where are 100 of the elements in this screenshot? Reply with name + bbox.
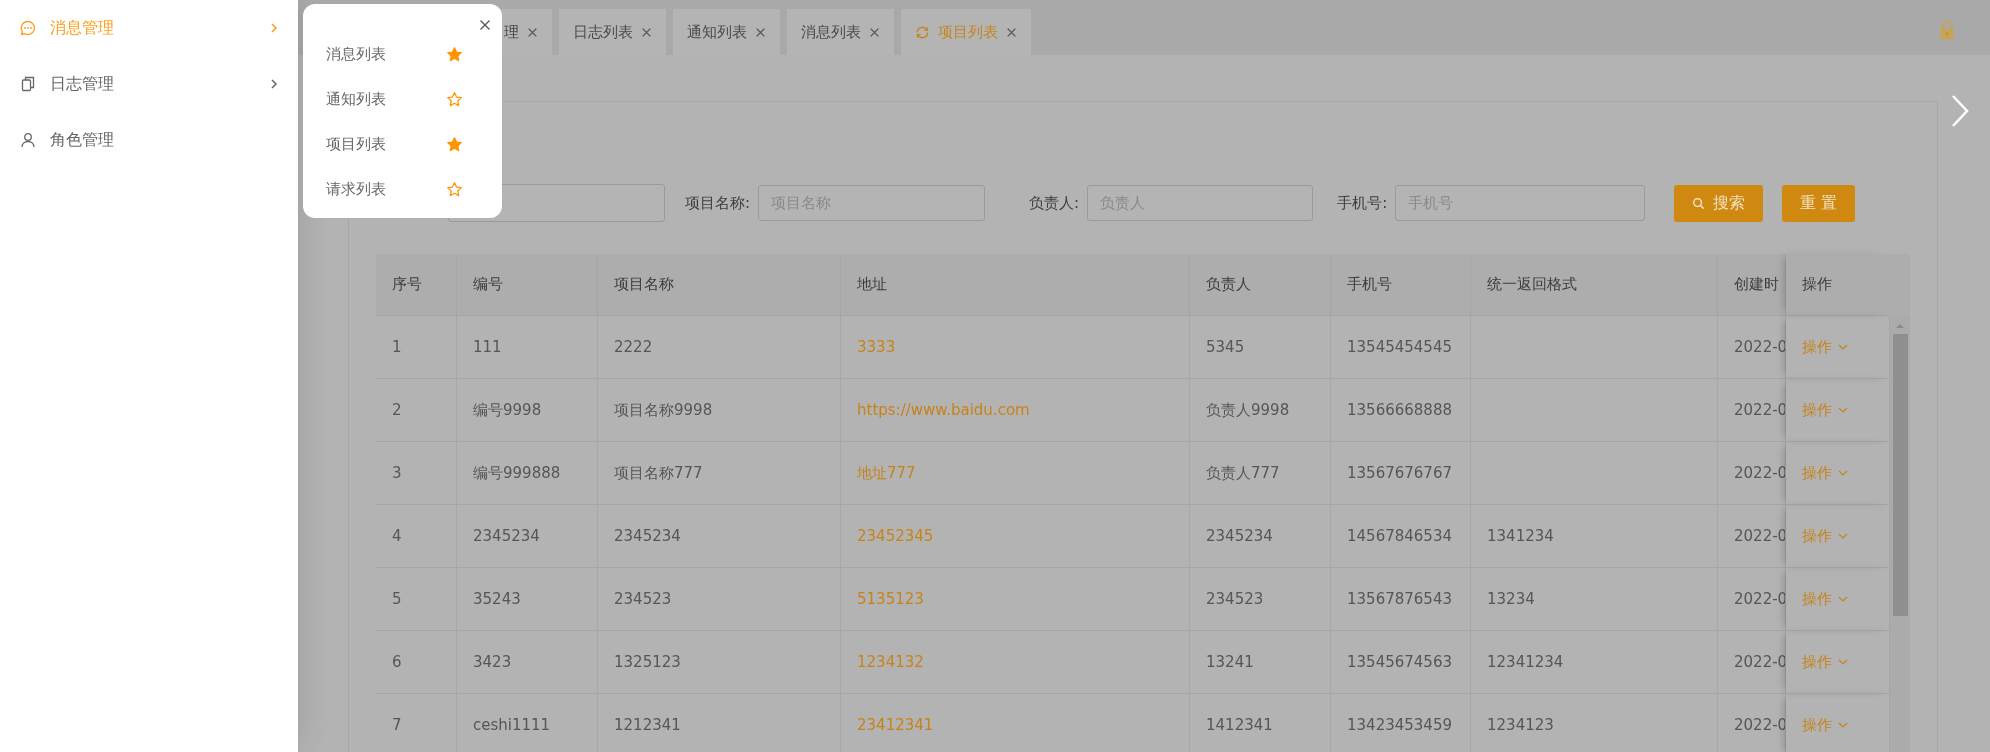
star-outline-icon[interactable] [446,181,463,198]
table-cell: 1212341 [614,716,681,734]
table-cell: 7 [392,716,402,734]
close-icon[interactable] [641,26,652,38]
action-dropdown[interactable]: 操作 [1802,715,1848,735]
caret-icon [1838,533,1848,539]
table-cell: 项目名称777 [614,463,703,483]
table-cell: ceshi1111 [473,716,551,734]
table-cell: 13234 [1487,590,1535,608]
column-header: 负责人 [1190,254,1331,316]
address-link[interactable]: 地址777 [857,463,916,483]
scrollbar-thumb[interactable] [1893,334,1908,616]
table-cell: 2345234 [473,527,540,545]
table-cell: 13423453459 [1347,716,1452,734]
tab[interactable]: 消息列表 [787,9,894,55]
caret-icon [1838,407,1848,413]
table-cell: 13545674563 [1347,653,1452,671]
action-dropdown[interactable]: 操作 [1802,589,1848,609]
star-icon[interactable] [446,46,463,63]
field-label: 手机号: [1337,193,1388,213]
search-icon [1692,196,1706,210]
table-cell: 项目名称9998 [614,400,713,420]
table-cell: 13566668888 [1347,401,1452,419]
table-cell: 1 [392,338,402,356]
address-link[interactable]: 3333 [857,338,896,356]
table-cell: 编号9998 [473,400,542,420]
star-outline-icon[interactable] [446,91,463,108]
table-cell: 111 [473,338,502,356]
scroll-up-icon[interactable] [1895,323,1905,329]
table-cell: 13241 [1206,653,1254,671]
caret-icon [1838,659,1848,665]
table-cell: 4 [392,527,402,545]
table-cell: 5 [392,590,402,608]
table-cell: 13567676767 [1347,464,1452,482]
refresh-icon [915,24,930,40]
table-cell: 负责人777 [1206,463,1280,483]
table-cell: 2 [392,401,402,419]
table-cell: 3423 [473,653,512,671]
table-cell: 3 [392,464,402,482]
close-icon[interactable] [755,26,766,38]
table-cell: 13567876543 [1347,590,1452,608]
table-cell: 5345 [1206,338,1245,356]
column-header: 创建时 [1718,254,1786,316]
action-dropdown[interactable]: 操作 [1802,463,1848,483]
table-cell: 1341234 [1487,527,1554,545]
table-cell: 1325123 [614,653,681,671]
table-cell: 2345234 [614,527,681,545]
column-header: 序号 [376,254,457,316]
reset-button[interactable]: 重 置 [1782,184,1856,222]
search-button[interactable]: 搜索 [1674,184,1764,222]
field-label: 负责人: [1029,193,1080,213]
address-link[interactable]: 23452345 [857,527,934,545]
table-cell: 2222 [614,338,653,356]
column-header: 编号 [457,254,598,316]
column-header: 统一返回格式 [1471,254,1718,316]
table-cell: 13545454545 [1347,338,1452,356]
close-icon[interactable] [869,26,880,38]
lock-icon[interactable] [1938,20,1956,40]
tab[interactable]: 日志列表 [559,9,666,55]
action-dropdown[interactable]: 操作 [1802,526,1848,546]
table-cell: 2345234 [1206,527,1273,545]
tab[interactable]: 通知列表 [673,9,780,55]
sidebar-item[interactable]: 角色管理 [0,112,298,168]
table-cell: 1234123 [1487,716,1554,734]
table-cell: 负责人9998 [1206,400,1290,420]
address-link[interactable]: https://www.baidu.com [857,401,1030,419]
address-link[interactable]: 5135123 [857,590,924,608]
table-cell: 234523 [614,590,672,608]
sidebar-item[interactable]: 日志管理 [0,56,298,112]
table-cell: 6 [392,653,402,671]
table-cell: 14567846534 [1347,527,1452,545]
table-cell: 12341234 [1487,653,1564,671]
column-header: 地址 [841,254,1190,316]
sidebar-item[interactable]: 消息管理 [0,0,298,56]
close-icon[interactable] [527,26,538,38]
chevron-right-icon[interactable] [1950,93,1970,129]
table-cell: 234523 [1206,590,1264,608]
action-dropdown[interactable]: 操作 [1802,652,1848,672]
caret-icon [1838,344,1848,350]
column-header: 手机号 [1331,254,1471,316]
scrollbar[interactable] [1890,316,1910,752]
close-icon[interactable] [1006,26,1017,38]
menu-item[interactable]: 项目列表 [303,122,502,167]
column-header: 操作 [1786,254,1890,316]
menu-item[interactable]: 通知列表 [303,77,502,122]
caret-icon [1838,470,1848,476]
star-icon[interactable] [446,136,463,153]
action-dropdown[interactable]: 操作 [1802,400,1848,420]
address-link[interactable]: 23412341 [857,716,934,734]
menu-item[interactable]: 请求列表 [303,167,502,212]
address-link[interactable]: 1234132 [857,653,924,671]
caret-icon [1838,722,1848,728]
field-label: 项目名称: [685,193,751,213]
action-dropdown[interactable]: 操作 [1802,337,1848,357]
column-header: 项目名称 [598,254,841,316]
table-cell: 35243 [473,590,521,608]
tab[interactable]: 项目列表 [901,9,1031,55]
close-icon[interactable] [479,19,491,31]
table-cell: 1412341 [1206,716,1273,734]
table-cell: 编号999888 [473,463,561,483]
